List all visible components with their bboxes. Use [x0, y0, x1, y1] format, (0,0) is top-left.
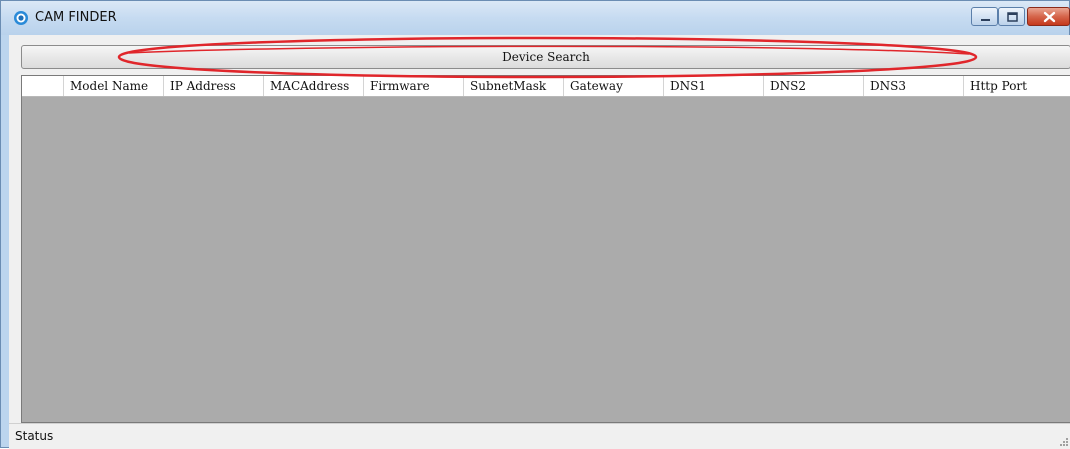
column-http-port[interactable]: Http Port — [964, 76, 1070, 96]
column-dns2[interactable]: DNS2 — [764, 76, 864, 96]
status-text: Status — [15, 429, 54, 443]
cam-finder-app-icon — [14, 11, 28, 25]
column-dns3[interactable]: DNS3 — [864, 76, 964, 96]
maximize-button[interactable] — [998, 7, 1025, 26]
minimize-button[interactable] — [971, 7, 998, 26]
column-model-name[interactable]: Model Name — [64, 76, 164, 96]
app-window: CAM FINDER Device Search Model Name IP A… — [0, 0, 1070, 449]
device-search-button[interactable]: Device Search — [21, 45, 1070, 69]
column-gateway[interactable]: Gateway — [564, 76, 664, 96]
client-area: Device Search Model Name IP Address MACA… — [9, 35, 1070, 449]
window-title: CAM FINDER — [35, 10, 117, 25]
status-bar: Status — [9, 423, 1070, 449]
column-firmware[interactable]: Firmware — [364, 76, 464, 96]
close-button[interactable] — [1027, 7, 1070, 26]
title-bar[interactable]: CAM FINDER — [1, 1, 1070, 35]
minimize-icon — [981, 19, 990, 21]
row-header-column[interactable] — [22, 76, 64, 96]
resize-grip-icon[interactable] — [1059, 437, 1069, 447]
column-subnet-mask[interactable]: SubnetMask — [464, 76, 564, 96]
column-mac-address[interactable]: MACAddress — [264, 76, 364, 96]
close-icon — [1043, 11, 1056, 23]
maximize-icon — [1007, 12, 1018, 22]
device-table[interactable]: Model Name IP Address MACAddress Firmwar… — [21, 75, 1070, 423]
column-ip-address[interactable]: IP Address — [164, 76, 264, 96]
table-header: Model Name IP Address MACAddress Firmwar… — [22, 76, 1070, 97]
column-dns1[interactable]: DNS1 — [664, 76, 764, 96]
